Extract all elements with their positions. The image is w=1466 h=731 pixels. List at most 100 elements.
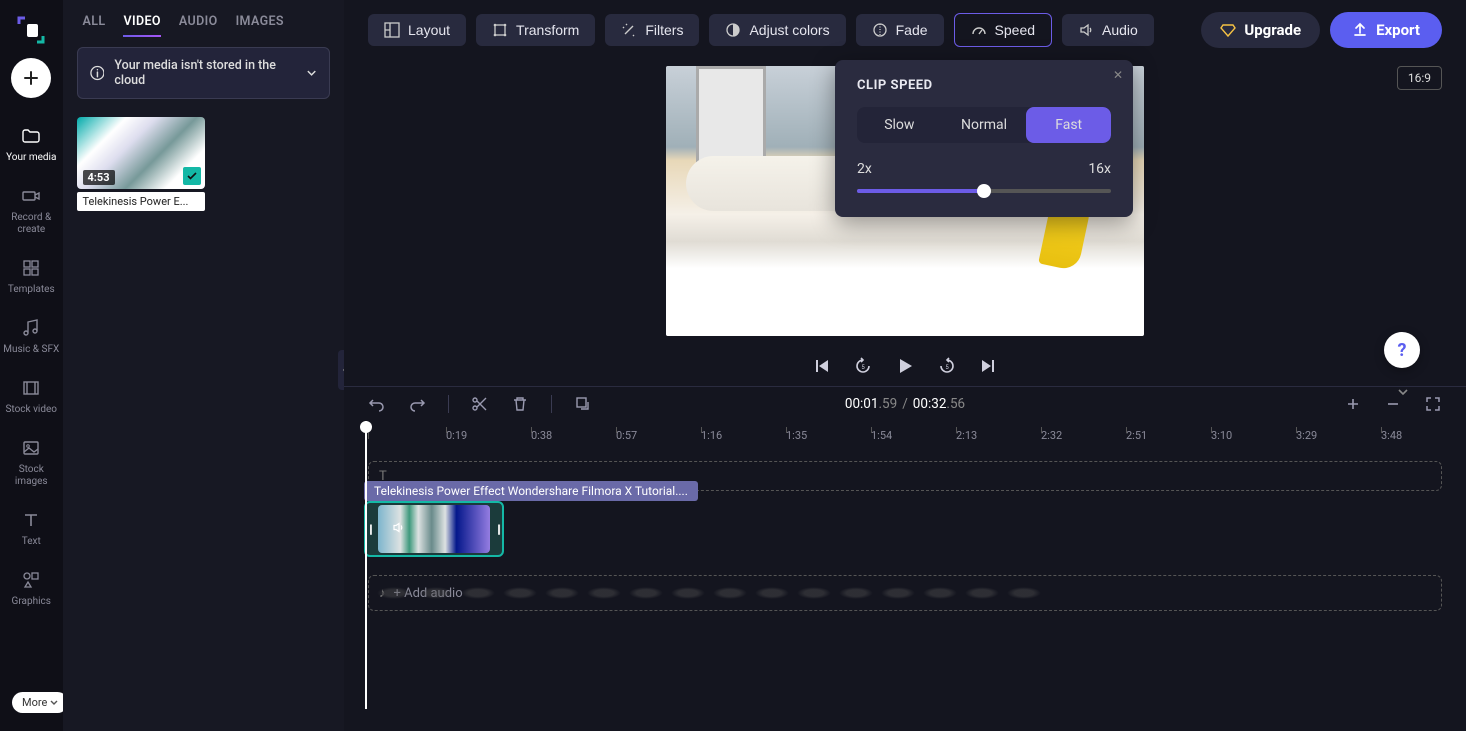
zoom-out-button[interactable] xyxy=(1384,395,1402,413)
button-label: Filters xyxy=(645,22,683,38)
button-label: Audio xyxy=(1102,22,1138,38)
app-logo xyxy=(17,16,45,44)
slider-min: 2x xyxy=(857,161,872,177)
more-button[interactable]: More xyxy=(12,692,68,713)
help-button[interactable]: ? xyxy=(1384,332,1420,368)
play-button[interactable] xyxy=(895,356,915,376)
text-icon xyxy=(21,510,41,530)
fit-button[interactable] xyxy=(1424,395,1442,413)
export-button[interactable]: Export xyxy=(1330,12,1442,48)
redo-button[interactable] xyxy=(408,395,426,413)
slider-thumb[interactable] xyxy=(977,184,991,198)
skip-end-button[interactable] xyxy=(979,356,999,376)
layout-button[interactable]: Layout xyxy=(368,14,466,46)
timecode: 00:01.59/00:32.56 xyxy=(845,396,965,412)
filters-button[interactable]: Filters xyxy=(605,14,699,46)
sidebar-item-label: Stock video xyxy=(5,404,57,416)
skip-start-button[interactable] xyxy=(811,356,831,376)
timeline: 00:01.59/00:32.56 0:19 0:38 0:57 1:16 1:… xyxy=(344,386,1466,731)
music-icon xyxy=(21,318,41,338)
tab-all[interactable]: ALL xyxy=(83,14,106,37)
trim-handle-right[interactable]: || xyxy=(497,522,499,536)
sidebar-item-music[interactable]: Music & SFX xyxy=(1,318,61,356)
timeline-ruler[interactable]: 0:19 0:38 0:57 1:16 1:35 1:54 2:13 2:32 … xyxy=(344,421,1466,449)
popover-title: CLIP SPEED xyxy=(857,78,1111,93)
speed-button[interactable]: Speed xyxy=(954,13,1052,47)
timeline-clip-title: Telekinesis Power Effect Wondershare Fil… xyxy=(364,481,698,501)
sidebar-item-media[interactable]: Your media xyxy=(1,126,61,164)
upload-icon xyxy=(1352,22,1368,38)
sidebar-item-text[interactable]: Text xyxy=(1,510,61,548)
info-icon xyxy=(90,65,105,81)
button-label: Adjust colors xyxy=(749,22,829,38)
add-media-button[interactable] xyxy=(11,58,51,98)
sidebar-item-stockvideo[interactable]: Stock video xyxy=(1,378,61,416)
fade-icon xyxy=(872,22,888,38)
tab-images[interactable]: IMAGES xyxy=(236,14,284,37)
sidebar-item-record[interactable]: Record & create xyxy=(1,186,61,236)
camera-icon xyxy=(21,186,41,206)
aspect-ratio-button[interactable]: 16:9 xyxy=(1397,66,1442,90)
speed-slider[interactable] xyxy=(857,189,1111,193)
adjust-colors-button[interactable]: Adjust colors xyxy=(709,14,845,46)
cloud-storage-note[interactable]: Your media isn't stored in the cloud xyxy=(77,47,331,99)
clip-duration: 4:53 xyxy=(83,170,115,185)
chevron-down-icon xyxy=(50,699,58,707)
rewind-5-button[interactable]: 5 xyxy=(853,356,873,376)
speed-normal-button[interactable]: Normal xyxy=(942,107,1027,143)
slider-labels: 2x 16x xyxy=(857,161,1111,177)
duplicate-button[interactable] xyxy=(574,395,592,413)
audio-track[interactable]: ♪ + Add audio xyxy=(368,575,1442,611)
timeline-clip[interactable]: || || xyxy=(364,501,504,557)
ruler-tick: 0:19 xyxy=(446,429,531,442)
folder-icon xyxy=(21,126,41,146)
media-panel: ALL VIDEO AUDIO IMAGES Your media isn't … xyxy=(63,0,345,731)
check-icon xyxy=(187,171,197,181)
main-area: Layout Transform Filters Adjust colors F… xyxy=(344,0,1466,731)
tracks-area: T Telekinesis Power Effect Wondershare F… xyxy=(344,461,1466,631)
film-icon xyxy=(21,378,41,398)
sidebar-item-templates[interactable]: Templates xyxy=(1,258,61,296)
sidebar-item-graphics[interactable]: Graphics xyxy=(1,570,61,608)
audio-button[interactable]: Audio xyxy=(1062,14,1154,46)
button-label: Fade xyxy=(896,22,928,38)
sidebar-item-label: Stock images xyxy=(1,464,61,488)
speaker-icon xyxy=(1078,22,1094,38)
tab-video[interactable]: VIDEO xyxy=(123,14,160,37)
tab-audio[interactable]: AUDIO xyxy=(179,14,218,37)
diamond-icon xyxy=(1220,22,1236,38)
transform-button[interactable]: Transform xyxy=(476,14,595,46)
contrast-icon xyxy=(725,22,741,38)
video-track[interactable]: Telekinesis Power Effect Wondershare Fil… xyxy=(368,503,1442,563)
volume-icon xyxy=(392,521,406,538)
chevron-down-icon xyxy=(306,67,317,79)
image-icon xyxy=(21,438,41,458)
speed-segment: Slow Normal Fast xyxy=(857,107,1111,143)
preview-area: 16:9 ✕ CLIP SPEED Slow Normal Fast 2x 16… xyxy=(344,60,1466,336)
trim-handle-left[interactable]: || xyxy=(369,522,371,536)
media-tabs: ALL VIDEO AUDIO IMAGES xyxy=(77,0,331,47)
split-button[interactable] xyxy=(471,395,489,413)
sidebar-item-label: Templates xyxy=(8,284,55,296)
playhead[interactable] xyxy=(365,421,367,709)
undo-button[interactable] xyxy=(368,395,386,413)
button-label: Export xyxy=(1376,21,1420,39)
edit-toolbar: Layout Transform Filters Adjust colors F… xyxy=(344,0,1466,60)
upgrade-button[interactable]: Upgrade xyxy=(1201,12,1320,48)
layout-icon xyxy=(384,22,400,38)
zoom-in-button[interactable] xyxy=(1344,395,1362,413)
speed-fast-button[interactable]: Fast xyxy=(1026,107,1111,143)
clip-speed-popover: ✕ CLIP SPEED Slow Normal Fast 2x 16x xyxy=(835,60,1133,217)
close-icon[interactable]: ✕ xyxy=(1113,68,1123,82)
shapes-icon xyxy=(21,570,41,590)
sidebar-item-stockimages[interactable]: Stock images xyxy=(1,438,61,488)
delete-button[interactable] xyxy=(511,395,529,413)
speed-slow-button[interactable]: Slow xyxy=(857,107,942,143)
forward-5-button[interactable]: 5 xyxy=(937,356,957,376)
ruler-tick: 1:16 xyxy=(701,429,786,442)
ruler-tick: 0:57 xyxy=(616,429,701,442)
clip-added-badge xyxy=(183,167,201,185)
media-clip[interactable]: 4:53 Telekinesis Power E... xyxy=(77,117,205,211)
fade-button[interactable]: Fade xyxy=(856,14,944,46)
ruler-tick: 0:38 xyxy=(531,429,616,442)
